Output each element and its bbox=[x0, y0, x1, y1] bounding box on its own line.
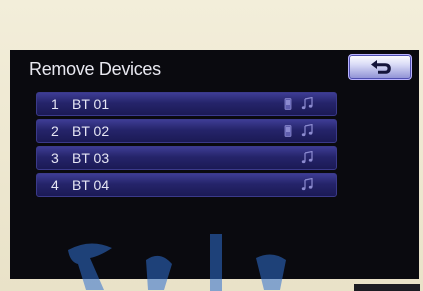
device-list: 1 BT 01 2 BT 02 3 BT 03 4 BT 04 bbox=[36, 92, 337, 200]
device-name: BT 04 bbox=[72, 177, 110, 193]
corner-code-label bbox=[354, 284, 420, 291]
device-row-4[interactable]: 4 BT 04 bbox=[36, 173, 337, 197]
device-name: BT 01 bbox=[72, 96, 110, 112]
back-button[interactable] bbox=[348, 54, 412, 80]
music-icon bbox=[301, 97, 313, 110]
device-number: 4 bbox=[51, 177, 59, 193]
device-row-1[interactable]: 1 BT 01 bbox=[36, 92, 337, 116]
screen: Remove Devices 1 BT 01 2 BT 02 3 BT 03 4… bbox=[10, 50, 419, 279]
phone-icon bbox=[284, 125, 292, 137]
device-number: 1 bbox=[51, 96, 59, 112]
back-arrow-icon bbox=[371, 60, 391, 74]
device-number: 3 bbox=[51, 150, 59, 166]
music-icon bbox=[301, 124, 313, 137]
device-row-2[interactable]: 2 BT 02 bbox=[36, 119, 337, 143]
screen-title: Remove Devices bbox=[29, 59, 161, 79]
device-number: 2 bbox=[51, 123, 59, 139]
phone-icon bbox=[284, 98, 292, 110]
device-name: BT 02 bbox=[72, 123, 110, 139]
music-icon bbox=[301, 151, 313, 164]
music-icon bbox=[301, 178, 313, 191]
display-bezel: Remove Devices 1 BT 01 2 BT 02 3 BT 03 4… bbox=[0, 0, 423, 291]
device-row-3[interactable]: 3 BT 03 bbox=[36, 146, 337, 170]
device-name: BT 03 bbox=[72, 150, 110, 166]
